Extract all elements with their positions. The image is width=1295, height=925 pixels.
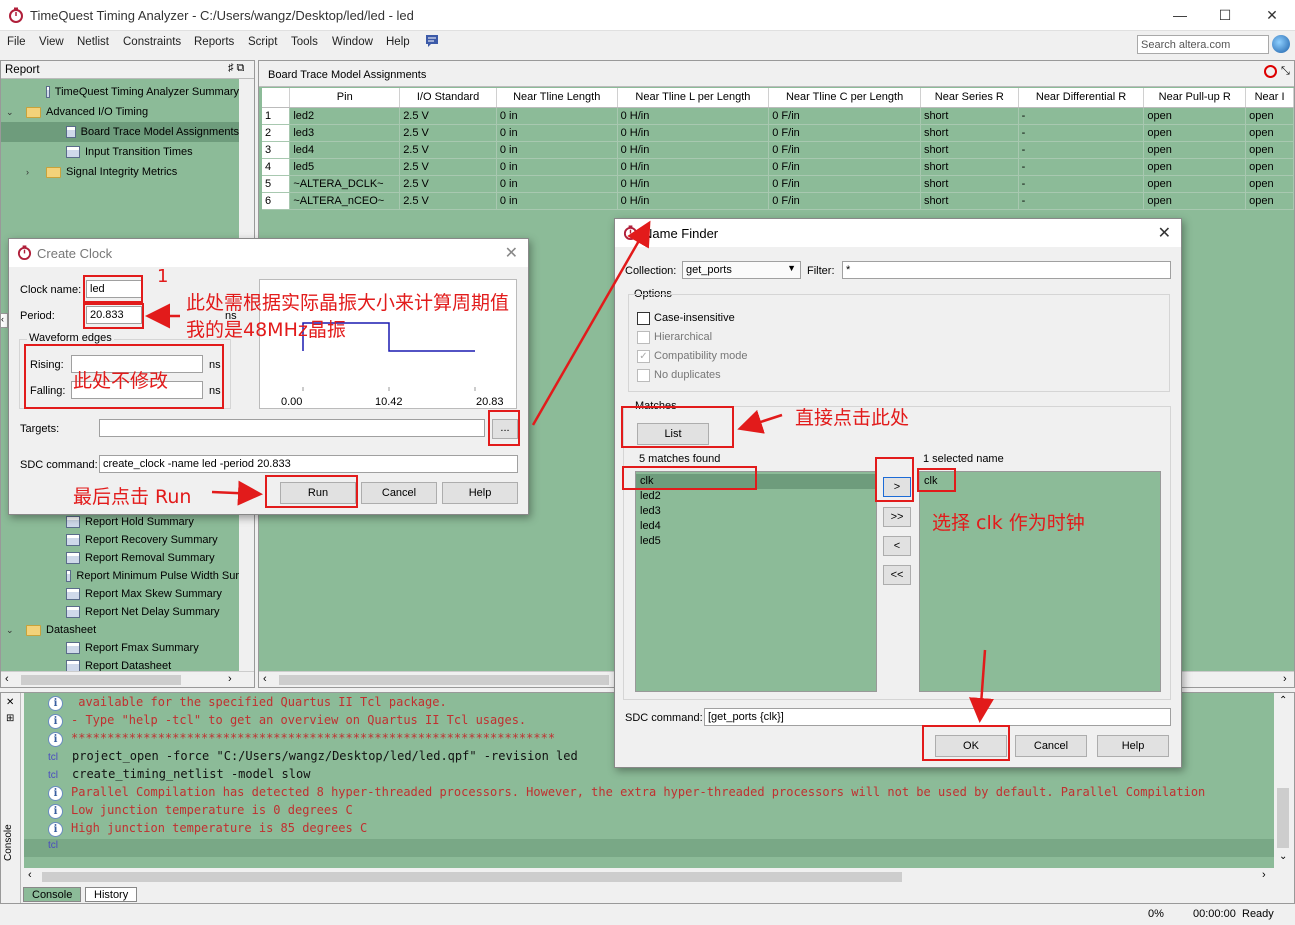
- annotation-arrows: [145, 220, 994, 723]
- annotation-number: 1: [157, 266, 169, 287]
- annotation-period-note: 此处需根据实际晶振大小来计算周期值: [186, 292, 510, 314]
- annotation-select-clk: 选择 clk 作为时钟: [932, 512, 1085, 534]
- annotation-click-here: 直接点击此处: [795, 407, 910, 429]
- annotation-no-change: 此处不修改: [73, 370, 169, 392]
- annotation-run-note: 最后点击 Run: [73, 486, 192, 508]
- annotation-crystal-note: 我的是48MHz晶振: [186, 319, 346, 341]
